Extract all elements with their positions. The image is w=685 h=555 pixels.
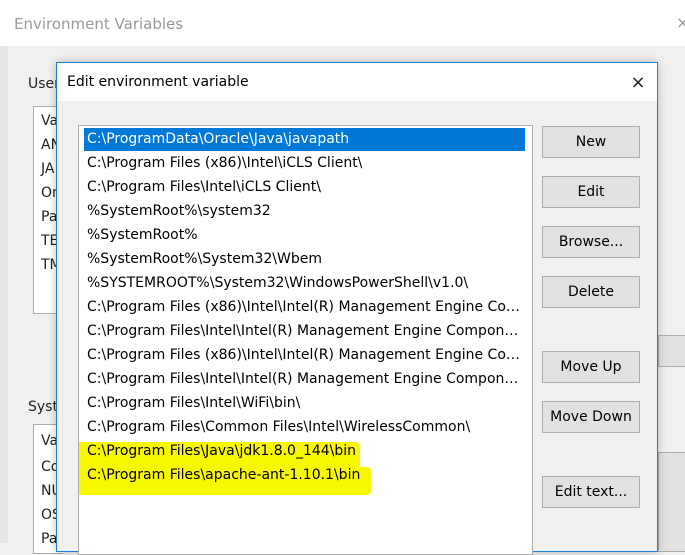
path-row[interactable]: %SystemRoot%\System32\Wbem bbox=[84, 248, 525, 271]
path-row[interactable]: C:\Program Files (x86)\Intel\Intel(R) Ma… bbox=[84, 296, 525, 319]
background-window-title: Environment Variables bbox=[14, 15, 184, 33]
background-close-icon[interactable]: × bbox=[676, 13, 685, 32]
path-row[interactable]: C:\Program Files\Intel\Intel(R) Manageme… bbox=[84, 368, 525, 391]
path-row[interactable]: C:\Program Files\Intel\iCLS Client\ bbox=[84, 176, 525, 199]
move-down-button[interactable]: Move Down bbox=[542, 401, 640, 433]
dialog-titlebar: Edit environment variable × bbox=[57, 63, 657, 101]
path-row[interactable]: %SystemRoot%\system32 bbox=[84, 200, 525, 223]
path-row[interactable]: C:\Program Files\Common Files\Intel\Wire… bbox=[84, 416, 525, 439]
path-row[interactable]: C:\Program Files (x86)\Intel\Intel(R) Ma… bbox=[84, 344, 525, 367]
list-item[interactable]: JA bbox=[41, 161, 54, 177]
background-button[interactable] bbox=[658, 335, 685, 367]
dialog-title: Edit environment variable bbox=[67, 74, 249, 90]
list-item[interactable]: Pa bbox=[41, 209, 57, 225]
path-row[interactable]: %SystemRoot% bbox=[84, 224, 525, 247]
close-icon[interactable]: × bbox=[625, 69, 651, 95]
move-up-button[interactable]: Move Up bbox=[542, 351, 640, 383]
edit-button[interactable]: Edit bbox=[542, 176, 640, 208]
path-entries-list[interactable]: C:\ProgramData\Oracle\Java\javapath C:\P… bbox=[78, 125, 533, 555]
new-button[interactable]: New bbox=[542, 126, 640, 158]
background-titlebar: Environment Variables × bbox=[0, 0, 685, 46]
browse-button[interactable]: Browse... bbox=[542, 226, 640, 258]
background-left-edge bbox=[0, 46, 8, 543]
path-row[interactable]: C:\Program Files\Intel\WiFi\bin\ bbox=[84, 392, 525, 415]
background-list-edge bbox=[658, 452, 685, 552]
path-row[interactable]: C:\Program Files\Intel\Intel(R) Manageme… bbox=[84, 320, 525, 343]
edit-text-button[interactable]: Edit text... bbox=[542, 476, 640, 508]
delete-button[interactable]: Delete bbox=[542, 276, 640, 308]
list-item[interactable]: Pa bbox=[41, 531, 57, 547]
path-row[interactable]: C:\Program Files (x86)\Intel\iCLS Client… bbox=[84, 152, 525, 175]
edit-environment-variable-dialog: Edit environment variable × C:\ProgramDa… bbox=[56, 62, 658, 555]
path-row[interactable]: C:\Program Files\Java\jdk1.8.0_144\bin bbox=[84, 440, 525, 463]
path-row-selected[interactable]: C:\ProgramData\Oracle\Java\javapath bbox=[84, 128, 525, 151]
path-row[interactable]: %SYSTEMROOT%\System32\WindowsPowerShell\… bbox=[84, 272, 525, 295]
path-row[interactable]: C:\Program Files\apache-ant-1.10.1\bin bbox=[84, 464, 525, 487]
